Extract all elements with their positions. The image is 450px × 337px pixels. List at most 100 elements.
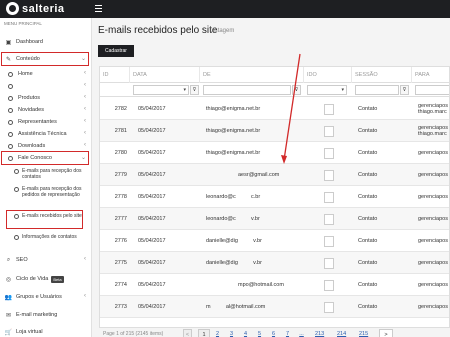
cell-de: thiago@enigma.net.br: [206, 106, 261, 112]
lido-checkbox[interactable]: [324, 257, 334, 269]
grid-header: ID DATA DE IDO SESSÃO PARA: [100, 67, 449, 83]
column-header-lido[interactable]: IDO: [304, 67, 352, 83]
sidebar-item-emails-recebidos[interactable]: E-mails recebidos pelo site: [0, 213, 92, 227]
pager-page-7[interactable]: 7: [283, 329, 292, 337]
lido-checkbox[interactable]: [324, 213, 334, 225]
cell-de: thiago@enigma.net.br: [206, 150, 261, 156]
filter-icon[interactable]: ⊽: [400, 85, 409, 95]
table-row[interactable]: 2782 05/04/2017 thiago@enigma.net.br Con…: [100, 98, 449, 120]
cell-id: 2774: [114, 282, 127, 288]
column-header-data[interactable]: DATA: [130, 67, 200, 83]
cell-data: 05/04/2017: [138, 260, 166, 266]
lido-checkbox[interactable]: [324, 301, 334, 313]
lido-checkbox[interactable]: [324, 191, 334, 203]
table-row[interactable]: 2773 05/04/2017 m al@hotmail.com Contato…: [100, 296, 449, 318]
pager-prev-button[interactable]: <: [183, 329, 192, 337]
cell-de: mpo@hotmail.com: [238, 282, 284, 288]
sidebar-item-email-marketing[interactable]: ✉ E-mail marketing: [0, 309, 92, 321]
sidebar-item-conteudo[interactable]: ✎ Conteúdo ⌄: [0, 53, 92, 65]
logo-icon: [6, 2, 19, 15]
pager-page-213[interactable]: 213: [315, 329, 324, 337]
column-header-sessao[interactable]: SESSÃO: [352, 67, 412, 83]
sidebar-item-dashboard[interactable]: ▣ Dashboard: [0, 36, 92, 48]
pager-page-214[interactable]: 214: [337, 329, 346, 337]
chevron-left-icon: ‹: [84, 293, 86, 299]
sidebar-item-home[interactable]: Home ‹: [0, 68, 92, 80]
menu-toggle-icon[interactable]: [95, 5, 102, 12]
pager-page-215[interactable]: 215: [359, 329, 368, 337]
sidebar-item-loja-virtual[interactable]: 🛒 Loja virtual: [0, 326, 92, 337]
pager-page-4[interactable]: 4: [241, 329, 250, 337]
sidebar-item-assistencia-tecnica[interactable]: Assistência Técnica ‹: [0, 128, 92, 140]
table-row[interactable]: 2780 05/04/2017 thiago@enigma.net.br Con…: [100, 142, 449, 164]
sessao-filter-input[interactable]: [355, 85, 399, 95]
cell-lido: [314, 120, 334, 142]
chevron-left-icon: ‹: [84, 70, 86, 76]
table-row[interactable]: 2781 05/04/2017 thiago@enigma.net.br Con…: [100, 120, 449, 142]
filter-icon[interactable]: ⊽: [292, 85, 301, 95]
cell-para: gerenciapos: [418, 172, 448, 178]
table-row[interactable]: 2777 05/04/2017 leonardo@c v.br Contato …: [100, 208, 449, 230]
sidebar-item-produtos[interactable]: Produtos ‹: [0, 92, 92, 104]
column-header-para[interactable]: PARA: [412, 67, 449, 83]
cell-sessao: Contato: [358, 150, 378, 156]
cell-de: leonardo@c v.br: [206, 216, 260, 222]
cell-id: 2781: [114, 128, 127, 134]
users-icon: 👥: [4, 294, 13, 301]
pager-page-6[interactable]: 6: [269, 329, 278, 337]
cell-lido: [314, 274, 334, 296]
sidebar-item-seo[interactable]: ⌕ SEO ‹: [0, 254, 92, 266]
pager-page-5[interactable]: 5: [255, 329, 264, 337]
logo[interactable]: salteria: [6, 2, 65, 15]
cell-para: gerenciapos: [418, 238, 448, 244]
table-row[interactable]: 2774 05/04/2017 mpo@hotmail.com Contato …: [100, 274, 449, 296]
de-filter-input[interactable]: [203, 85, 291, 95]
circle-icon: [8, 71, 13, 77]
sidebar-item-unnamed[interactable]: ‹: [0, 80, 92, 92]
column-header-de[interactable]: DE: [200, 67, 304, 83]
cell-para: gerenciapos: [418, 304, 448, 310]
dashboard-icon: ▣: [5, 39, 12, 46]
sidebar-item-ciclo-de-vida[interactable]: ◎ Ciclo de Vida Beta: [0, 273, 92, 285]
main-content: E-mails recebidos pelo site Listagem Cad…: [92, 18, 450, 337]
lido-checkbox[interactable]: [324, 235, 334, 247]
cell-data: 05/04/2017: [138, 172, 166, 178]
lido-checkbox[interactable]: [324, 279, 334, 291]
sidebar-item-grupos-usuarios[interactable]: 👥 Grupos e Usuários ‹: [0, 291, 92, 303]
pager-page-3[interactable]: 3: [227, 329, 236, 337]
lido-checkbox[interactable]: [324, 169, 334, 181]
sidebar-item-novidades[interactable]: Novidades ‹: [0, 104, 92, 116]
pager-page-2[interactable]: 2: [213, 329, 222, 337]
sidebar-item-emails-recepcao-contatos[interactable]: E-mails para recepção dos contatos: [0, 168, 92, 182]
pager-ellipsis[interactable]: ...: [297, 329, 306, 337]
sidebar-item-emails-recepcao-pedidos[interactable]: E-mails para recepção dos pedidos de rep…: [0, 186, 92, 206]
menu-header: MENU PRINCIPAL: [4, 21, 42, 26]
sidebar-item-informacoes-contatos[interactable]: Informações de contatos: [0, 234, 92, 248]
lido-checkbox[interactable]: [324, 147, 334, 159]
filter-icon[interactable]: ⊽: [190, 85, 199, 95]
page-title: E-mails recebidos pelo site: [98, 25, 218, 36]
cadastrar-button[interactable]: Cadastrar: [98, 45, 134, 57]
circle-icon: [8, 131, 13, 137]
sidebar-item-label: Assistência Técnica: [18, 131, 67, 137]
pager-page-1[interactable]: 1: [198, 329, 210, 337]
table-row[interactable]: 2779 05/04/2017 aesr@gmail.com Contato g…: [100, 164, 449, 186]
sidebar-item-representantes[interactable]: Representantes ‹: [0, 116, 92, 128]
table-row[interactable]: 2776 05/04/2017 danielle@dig v.br Contat…: [100, 230, 449, 252]
table-row[interactable]: 2778 05/04/2017 leonardo@c c.br Contato …: [100, 186, 449, 208]
lido-checkbox[interactable]: [324, 125, 334, 137]
lido-filter-select[interactable]: ▾: [307, 85, 347, 95]
circle-icon: [8, 107, 13, 113]
cell-para: gerenciapos: [418, 282, 448, 288]
sidebar-item-fale-conosco[interactable]: Fale Conosco ⌄: [0, 152, 92, 164]
pager-next-button[interactable]: >: [379, 329, 393, 337]
data-filter-input[interactable]: ▾: [133, 85, 189, 95]
lido-checkbox[interactable]: [324, 103, 334, 115]
para-filter-input[interactable]: [415, 85, 449, 95]
sidebar-item-label: Downloads: [18, 143, 46, 149]
table-row[interactable]: 2775 05/04/2017 danielle@dig v.br Contat…: [100, 252, 449, 274]
cell-data: 05/04/2017: [138, 194, 166, 200]
column-header-id[interactable]: ID: [100, 67, 130, 83]
sidebar-item-label: Ciclo de Vida: [16, 276, 49, 282]
cell-lido: [314, 164, 334, 186]
